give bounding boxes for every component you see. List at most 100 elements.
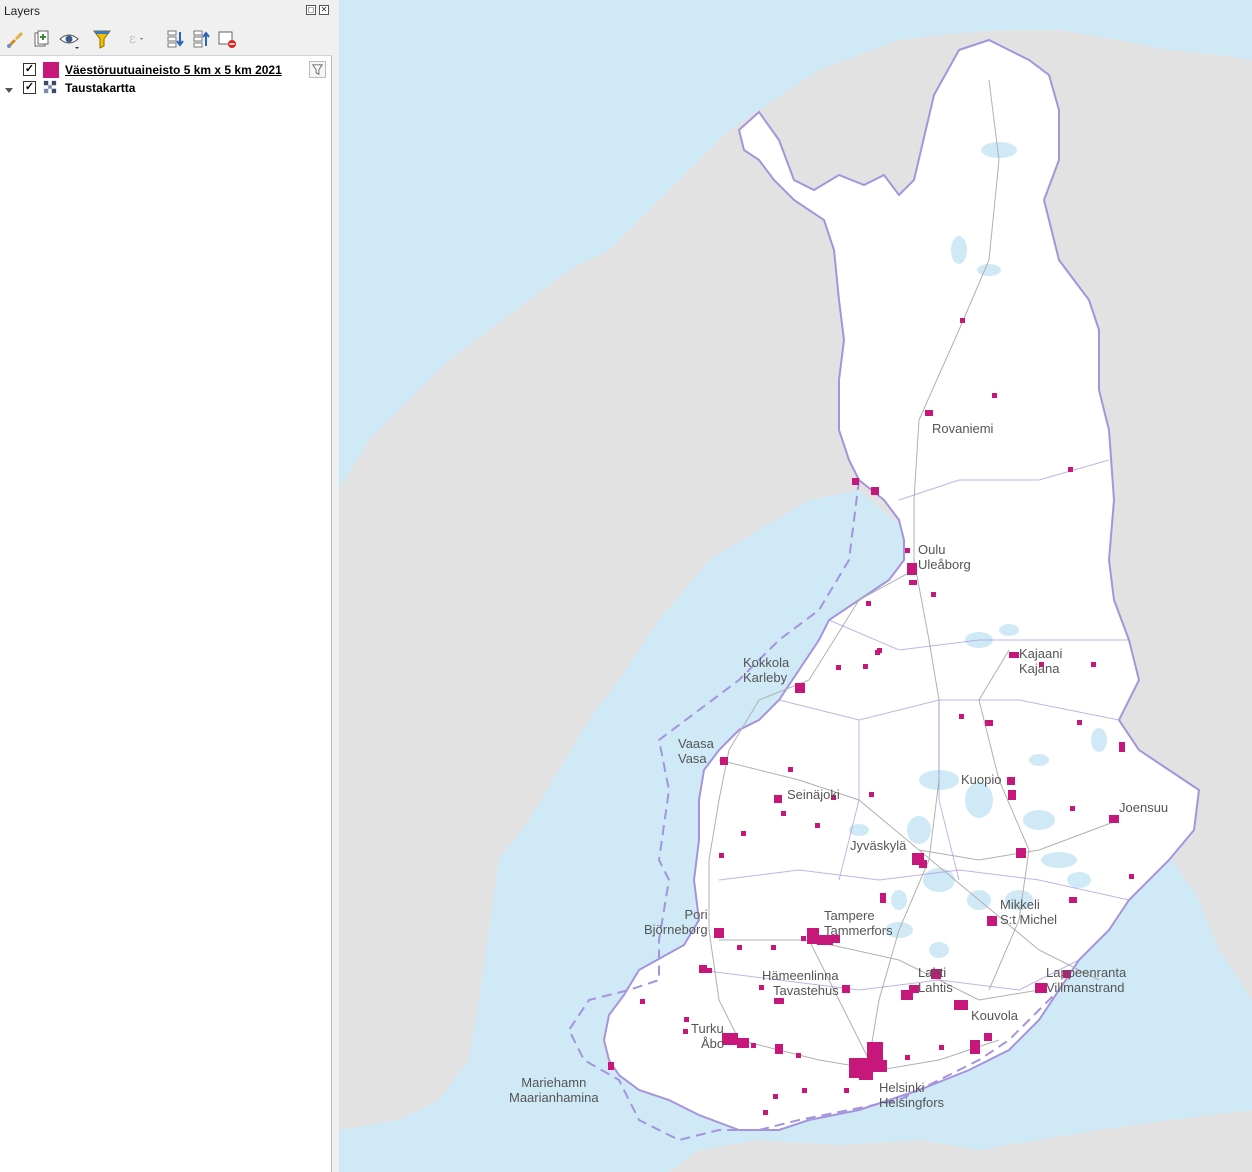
city-label-kuopio: Kuopio <box>961 772 1002 787</box>
population-grid-cell <box>1008 790 1016 800</box>
population-grid-cell <box>683 1029 688 1034</box>
population-grid-cell <box>640 999 645 1004</box>
population-grid-cell <box>954 1000 968 1010</box>
population-grid-cell <box>714 928 724 938</box>
city-label-helsinki: Helsinki Helsingfors <box>879 1080 945 1110</box>
city-label-lappeenranta: Lappeenranta Villmanstrand <box>1046 965 1127 995</box>
lake <box>1067 872 1091 888</box>
population-grid-cell <box>795 683 805 693</box>
population-grid-cell <box>836 665 841 670</box>
layer-symbol <box>43 62 59 78</box>
population-grid-cell <box>815 823 820 828</box>
panel-header: Layers ◻ ✕ <box>0 0 332 22</box>
raster-layer-icon <box>43 80 59 96</box>
city-label-jyvaskyla: Jyväskylä <box>850 838 907 853</box>
population-grid-cell <box>707 968 712 973</box>
population-grid-cell <box>737 945 742 950</box>
population-grid-cell <box>987 916 997 926</box>
population-grid-cell <box>720 757 728 765</box>
population-grid-cell <box>907 563 917 575</box>
filter-by-expression-icon[interactable]: ε <box>124 28 146 50</box>
lake <box>1029 754 1049 766</box>
city-label-pori: Pori Björneborg <box>644 907 708 937</box>
population-grid-cell <box>1091 662 1096 667</box>
remove-layer-icon[interactable] <box>216 28 238 50</box>
population-grid-cell <box>909 580 917 585</box>
population-grid-cell <box>869 792 874 797</box>
population-grid-cell <box>741 831 746 836</box>
population-grid-cell <box>866 601 871 606</box>
population-grid-cell <box>1070 806 1075 811</box>
population-grid-cell <box>960 318 965 323</box>
city-label-lahti: Lahti Lahtis <box>918 965 953 995</box>
lake <box>977 264 1001 276</box>
population-grid-cell <box>722 1033 738 1045</box>
layer-name[interactable]: Taustakartta <box>65 81 135 95</box>
population-grid-cell <box>737 1038 749 1048</box>
layers-toolbar: ε <box>0 22 332 56</box>
population-grid-cell <box>788 767 793 772</box>
expand-arrow-icon[interactable] <box>4 82 14 93</box>
population-grid-cell <box>1068 467 1073 472</box>
population-grid-cell <box>684 1017 689 1022</box>
city-label-kouvola: Kouvola <box>971 1008 1018 1023</box>
population-grid-cell <box>751 1043 756 1048</box>
filter-indicator-icon[interactable] <box>309 61 326 78</box>
lake <box>1091 728 1107 752</box>
city-label-kokkola: Kokkola Karleby <box>743 655 790 685</box>
population-grid-cell <box>959 714 964 719</box>
float-panel-icon[interactable]: ◻ <box>306 5 316 15</box>
svg-text:ε: ε <box>129 32 136 47</box>
layer-visibility-checkbox[interactable]: ✓ <box>23 63 36 76</box>
city-label-seinajoki: Seinäjoki <box>787 787 840 802</box>
population-grid-cell <box>984 1033 992 1041</box>
layer-row-population-grid[interactable]: ✓ Väestöruutuaineisto 5 km x 5 km 2021 <box>0 61 330 79</box>
city-label-oulu: Oulu Uleåborg <box>918 542 971 572</box>
city-label-joensuu: Joensuu <box>1119 800 1169 815</box>
layer-visibility-checkbox[interactable]: ✓ <box>23 81 36 94</box>
population-grid-cell <box>905 1055 910 1060</box>
city-label-mariehamn: Mariehamn Maarianhamina <box>509 1075 599 1105</box>
population-grid-cell <box>859 1070 873 1080</box>
filter-legend-icon[interactable] <box>91 28 113 50</box>
population-grid-cell <box>1009 652 1019 658</box>
layer-row-background-map[interactable]: ✓ Taustakartta <box>0 79 330 97</box>
population-grid-cell <box>796 1053 801 1058</box>
population-grid-cell <box>852 478 859 485</box>
add-group-icon[interactable] <box>30 28 52 50</box>
layers-panel: Layers ◻ ✕ ε ✓ Väestöruutuaineisto 5 km … <box>0 0 332 1172</box>
collapse-all-icon[interactable] <box>191 28 213 50</box>
population-grid-cell <box>1129 874 1134 879</box>
city-label-vaasa: Vaasa Vasa <box>678 736 714 766</box>
lake <box>1041 852 1077 868</box>
close-panel-icon[interactable]: ✕ <box>319 5 329 15</box>
open-layer-styling-icon[interactable] <box>4 28 26 50</box>
city-label-rovaniemi: Rovaniemi <box>932 421 994 436</box>
expand-all-icon[interactable] <box>165 28 187 50</box>
population-grid-cell <box>774 998 784 1004</box>
population-grid-cell <box>1007 777 1015 785</box>
population-grid-cell <box>925 410 933 416</box>
population-grid-cell <box>802 1088 807 1093</box>
population-grid-cell <box>775 1044 783 1054</box>
map-canvas[interactable]: Rovaniemi Oulu Uleåborg Kajaani Kajana Kok… <box>339 0 1252 1172</box>
city-label-tampere: Tampere Tammerfors <box>824 908 893 938</box>
population-grid-cell <box>773 1094 778 1099</box>
population-grid-cell <box>608 1062 614 1070</box>
population-grid-cell <box>970 1040 980 1054</box>
population-grid-cell <box>1077 720 1082 725</box>
population-grid-cell <box>905 548 910 553</box>
city-label-mikkeli: Mikkeli S:t Michel <box>1000 897 1058 927</box>
layer-name[interactable]: Väestöruutuaineisto 5 km x 5 km 2021 <box>65 63 282 77</box>
lake <box>1023 810 1055 830</box>
population-grid-cell <box>1119 742 1125 752</box>
population-grid-cell <box>992 393 997 398</box>
population-grid-cell <box>985 720 993 726</box>
lake <box>999 624 1019 636</box>
population-grid-cell <box>781 811 786 816</box>
population-grid-cell <box>1069 897 1077 903</box>
manage-visibility-icon[interactable] <box>58 28 80 50</box>
population-grid-cell <box>844 1088 849 1093</box>
population-grid-cell <box>699 965 707 973</box>
population-grid-cell <box>842 985 850 993</box>
